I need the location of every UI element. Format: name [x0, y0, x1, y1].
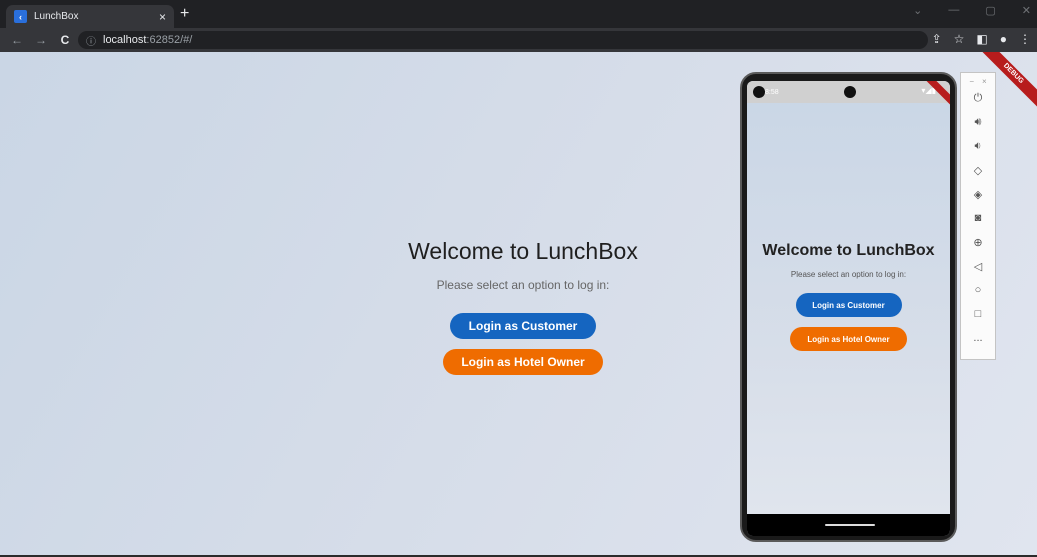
front-camera-icon	[844, 86, 856, 98]
side-panel-icon[interactable]: ◧	[976, 32, 987, 46]
forward-button[interactable]: →	[34, 33, 48, 47]
tab-lunchbox[interactable]: ‹ LunchBox ×	[6, 5, 174, 28]
zoom-icon[interactable]: ⊕	[961, 230, 995, 254]
phone-screen: 8:58 ▾◢▮ Welcome to LunchBox Please sele…	[747, 81, 950, 536]
minimize-button[interactable]: —	[948, 4, 959, 17]
rotate-left-icon[interactable]: ◇	[961, 158, 995, 182]
browser-toolbar: ← → C ⓘ localhost :62852/#/ ⇪ ☆ ◧ ● ⋮	[0, 28, 1037, 52]
phone-subtitle: Please select an option to log in:	[790, 270, 907, 279]
phone-nav-bar	[747, 514, 950, 536]
url-path: :62852/#/	[146, 34, 193, 46]
share-icon[interactable]: ⇪	[932, 32, 942, 46]
volume-up-icon[interactable]: 🔊︎	[961, 110, 995, 134]
flutter-favicon-icon: ‹	[14, 10, 27, 23]
emulator-window-controls: − ×	[961, 77, 995, 86]
phone-login-panel: Welcome to LunchBox Please select an opt…	[747, 242, 950, 351]
back-icon[interactable]: ◁	[961, 254, 995, 278]
login-hotel-owner-button[interactable]: Login as Hotel Owner	[443, 349, 603, 375]
overview-icon[interactable]: □	[961, 302, 995, 326]
more-icon[interactable]: ...	[961, 326, 995, 350]
back-button[interactable]: ←	[10, 33, 24, 47]
phone-login-customer-button[interactable]: Login as Customer	[795, 293, 902, 317]
new-tab-button[interactable]: +	[180, 5, 189, 23]
page-title: Welcome to LunchBox	[408, 238, 638, 264]
url-host: localhost	[103, 34, 147, 46]
rotate-right-icon[interactable]: ◈	[961, 182, 995, 206]
menu-icon[interactable]: ⋮	[1019, 32, 1031, 46]
login-panel: Welcome to LunchBox Please select an opt…	[380, 238, 666, 375]
phone-login-hotel-owner-button[interactable]: Login as Hotel Owner	[790, 327, 907, 351]
phone-statusbar: 8:58 ▾◢▮	[747, 81, 950, 103]
page-subtitle: Please select an option to log in:	[436, 278, 610, 292]
phone-title: Welcome to LunchBox	[762, 242, 935, 259]
page-viewport: DEBUG Welcome to LunchBox Please select …	[0, 52, 1037, 555]
camera-cutout-icon	[753, 86, 765, 98]
reload-button[interactable]: C	[58, 33, 72, 47]
status-time: 8:58	[765, 88, 779, 96]
window-controls: ⌄ — ▢ ✕	[913, 4, 1031, 17]
chevron-down-icon[interactable]: ⌄	[913, 4, 922, 17]
volume-down-icon[interactable]: 🔉︎	[961, 134, 995, 158]
toolbar-actions: ⇪ ☆ ◧ ● ⋮	[932, 32, 1031, 46]
login-customer-button[interactable]: Login as Customer	[450, 313, 596, 339]
browser-tabbar: ‹ LunchBox × + ⌄ — ▢ ✕	[0, 0, 1037, 28]
address-bar[interactable]: ⓘ localhost :62852/#/	[78, 31, 928, 49]
camera-icon[interactable]: ◙	[961, 206, 995, 230]
close-button[interactable]: ✕	[1022, 4, 1031, 17]
power-icon[interactable]: ⏻	[961, 86, 995, 110]
bookmark-star-icon[interactable]: ☆	[954, 32, 965, 46]
emulator-close-icon[interactable]: ×	[982, 77, 987, 86]
emulator-toolbar: − × ⏻ 🔊︎ 🔉︎ ◇ ◈ ◙ ⊕ ◁ ○ □ ...	[960, 72, 996, 360]
profile-icon[interactable]: ●	[1000, 32, 1007, 46]
phone-emulator: 8:58 ▾◢▮ Welcome to LunchBox Please sele…	[740, 72, 957, 542]
home-icon[interactable]: ○	[961, 278, 995, 302]
site-info-icon[interactable]: ⓘ	[86, 33, 98, 48]
tab-close-icon[interactable]: ×	[159, 10, 166, 24]
home-gesture-pill[interactable]	[825, 524, 875, 526]
restore-button[interactable]: ▢	[985, 4, 995, 17]
emulator-minimize-icon[interactable]: −	[969, 77, 974, 86]
tab-title: LunchBox	[34, 11, 79, 22]
